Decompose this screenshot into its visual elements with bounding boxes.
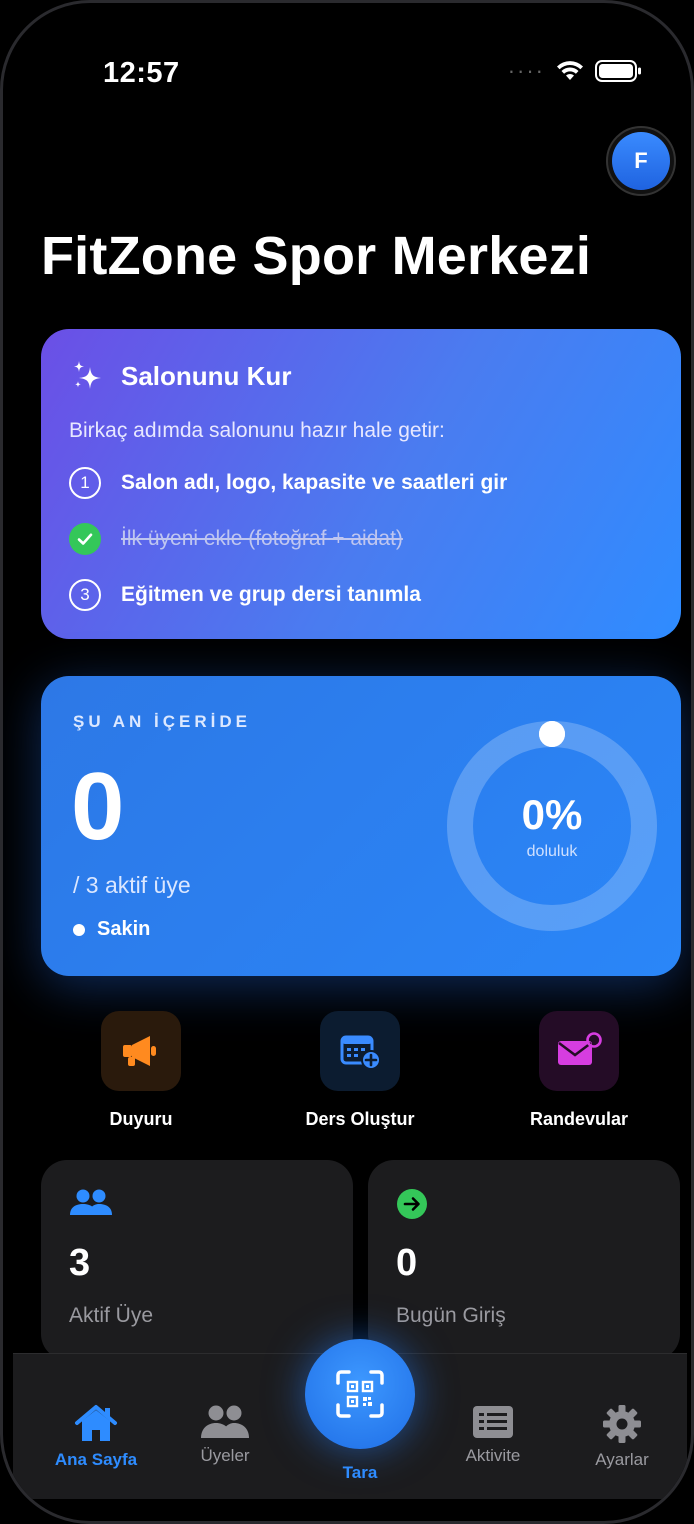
setup-header: Salonunu Kur — [71, 359, 291, 393]
profile-avatar-button[interactable]: F — [606, 126, 676, 196]
tab-settings[interactable]: Ayarlar — [562, 1404, 682, 1470]
tab-label: Aktivite — [465, 1446, 521, 1465]
step-label: İlk üyeni ekle (fotoğraf + aidat) — [121, 527, 403, 550]
stat-value: 3 — [69, 1242, 91, 1284]
step-label: Eğitmen ve grup dersi tanımla — [121, 583, 421, 606]
setup-title: Salonunu Kur — [121, 360, 292, 391]
tab-label: Ana Sayfa — [54, 1450, 138, 1469]
quick-action-label: Randevular — [529, 1109, 629, 1129]
gear-icon — [603, 1405, 641, 1443]
occupancy-percent: 0% — [521, 791, 583, 838]
house-icon — [75, 1405, 117, 1441]
list-icon — [473, 1406, 513, 1438]
quick-action-announcement[interactable]: Duyuru — [31, 1011, 251, 1130]
envelope-badge-icon — [539, 1011, 619, 1091]
tab-members[interactable]: Üyeler — [165, 1404, 285, 1466]
checkmark-icon — [69, 523, 101, 555]
occupancy-count: 0 — [71, 753, 125, 860]
people-icon — [201, 1405, 249, 1438]
setup-step-2[interactable]: İlk üyeni ekle (fotoğraf + aidat) — [69, 523, 403, 555]
megaphone-icon — [101, 1011, 181, 1091]
tab-label: Üyeler — [200, 1446, 250, 1465]
avatar-initial: F — [612, 132, 670, 190]
calendar-add-icon — [320, 1011, 400, 1091]
step-number: 1 — [69, 467, 101, 499]
occupancy-label: ŞU AN İÇERİDE — [73, 712, 251, 731]
sparkles-icon — [74, 361, 101, 389]
quick-action-label: Ders Oluştur — [305, 1109, 415, 1129]
quick-action-create-class[interactable]: Ders Oluştur — [250, 1011, 470, 1130]
stat-card-today-checkins[interactable]: 0 Bugün Giriş — [368, 1160, 680, 1360]
scan-button[interactable] — [305, 1339, 415, 1449]
scan-tab-label: Tara — [342, 1463, 378, 1482]
wifi-icon — [557, 61, 583, 80]
status-icons: ···· — [508, 59, 643, 83]
arrow-right-circle-icon — [397, 1189, 427, 1219]
occupancy-status: Sakin — [73, 918, 150, 941]
stat-value: 0 — [396, 1242, 418, 1284]
tab-label: Ayarlar — [595, 1450, 649, 1469]
status-dot-icon — [73, 923, 85, 936]
setup-description: Birkaç adımda salonunu hazır hale getir: — [69, 419, 445, 442]
setup-card[interactable]: Salonunu Kur Birkaç adımda salonunu hazı… — [41, 329, 681, 639]
setup-step-1[interactable]: 1 Salon adı, logo, kapasite ve saatleri … — [69, 467, 507, 499]
stat-label: Bugün Giriş — [396, 1304, 506, 1327]
occupancy-card[interactable]: ŞU AN İÇERİDE 0 / 3 aktif üye Sakin 0% d… — [41, 676, 681, 976]
occupancy-percent-caption: doluluk — [526, 843, 578, 860]
page-title: FitZone Spor Merkezi — [41, 226, 592, 286]
setup-step-3[interactable]: 3 Eğitmen ve grup dersi tanımla — [69, 579, 421, 611]
step-label: Salon adı, logo, kapasite ve saatleri gi… — [121, 471, 508, 494]
occupancy-status-text: Sakin — [97, 918, 151, 940]
occupancy-ring-text: 0% doluluk — [446, 720, 658, 932]
quick-action-label: Duyuru — [109, 1109, 173, 1129]
battery-icon — [595, 60, 641, 82]
people-icon — [70, 1189, 112, 1215]
step-number: 3 — [69, 579, 101, 611]
phone-screen: 12:57 ···· F FitZone Spor Merkezi Salonu… — [0, 0, 694, 1524]
cellular-icon: ···· — [507, 58, 545, 83]
status-bar: 12:57 ···· — [3, 51, 691, 95]
tab-activity[interactable]: Aktivite — [433, 1404, 553, 1466]
quick-action-appointments[interactable]: Randevular — [469, 1011, 689, 1130]
stat-card-active-members[interactable]: 3 Aktif Üye — [41, 1160, 353, 1360]
status-time: 12:57 — [103, 57, 180, 89]
tab-home[interactable]: Ana Sayfa — [36, 1404, 156, 1470]
stat-label: Aktif Üye — [69, 1304, 154, 1327]
qr-scan-icon — [336, 1370, 384, 1418]
occupancy-subtitle: / 3 aktif üye — [73, 872, 191, 898]
